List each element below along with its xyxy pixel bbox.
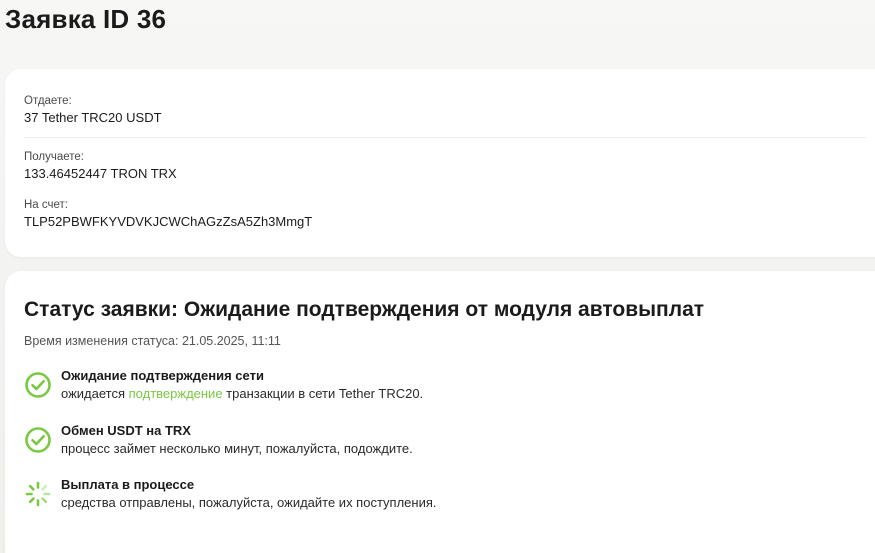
order-status-card: Статус заявки: Ожидание подтверждения от…: [5, 271, 875, 553]
status-step-network: Ожидание подтверждения сети ожидается по…: [24, 368, 824, 408]
details-divider: [24, 137, 866, 138]
step-title: Ожидание подтверждения сети: [61, 368, 264, 383]
step-title: Обмен USDT на TRX: [61, 423, 191, 438]
spinner-icon: [25, 481, 51, 507]
account-field: На счет: TLP52PBWFKYVDVKJCWChAGzZsA5Zh3M…: [24, 198, 312, 230]
status-step-payout: Выплата в процессе средства отправлены, …: [24, 477, 824, 517]
order-details-card: Отдаете: 37 Tether TRC20 USDT Получаете:…: [5, 69, 875, 257]
step-description: ожидается подтверждение транзакции в сет…: [61, 386, 423, 401]
step-description-text: ожидается: [61, 386, 129, 401]
step-title: Выплата в процессе: [61, 477, 195, 492]
receive-label: Получаете:: [24, 151, 84, 163]
give-field: Отдаете: 37 Tether TRC20 USDT: [24, 94, 162, 126]
account-value: TLP52PBWFKYVDVKJCWChAGzZsA5Zh3MmgT: [24, 214, 313, 229]
account-label: На счет:: [24, 199, 68, 211]
check-circle-icon: [25, 427, 51, 453]
page-title: Заявка ID 36: [5, 4, 167, 34]
confirmation-link[interactable]: подтверждение: [129, 386, 223, 401]
status-time: Время изменения статуса: 21.05.2025, 11:…: [24, 334, 281, 348]
receive-field: Получаете: 133.46452447 TRON TRX: [24, 150, 177, 182]
give-value: 37 Tether TRC20 USDT: [24, 110, 162, 125]
give-label: Отдаете:: [24, 95, 72, 107]
status-step-exchange: Обмен USDT на TRX процесс займет несколь…: [24, 423, 824, 463]
status-title: Статус заявки: Ожидание подтверждения от…: [24, 298, 705, 321]
step-description: средства отправлены, пожалуйста, ожидайт…: [61, 495, 437, 510]
step-description-text: транзакции в сети Tether TRC20.: [222, 386, 424, 401]
check-circle-icon: [25, 372, 51, 398]
receive-value: 133.46452447 TRON TRX: [24, 166, 177, 181]
step-description: процесс займет несколько минут, пожалуйс…: [61, 441, 413, 456]
